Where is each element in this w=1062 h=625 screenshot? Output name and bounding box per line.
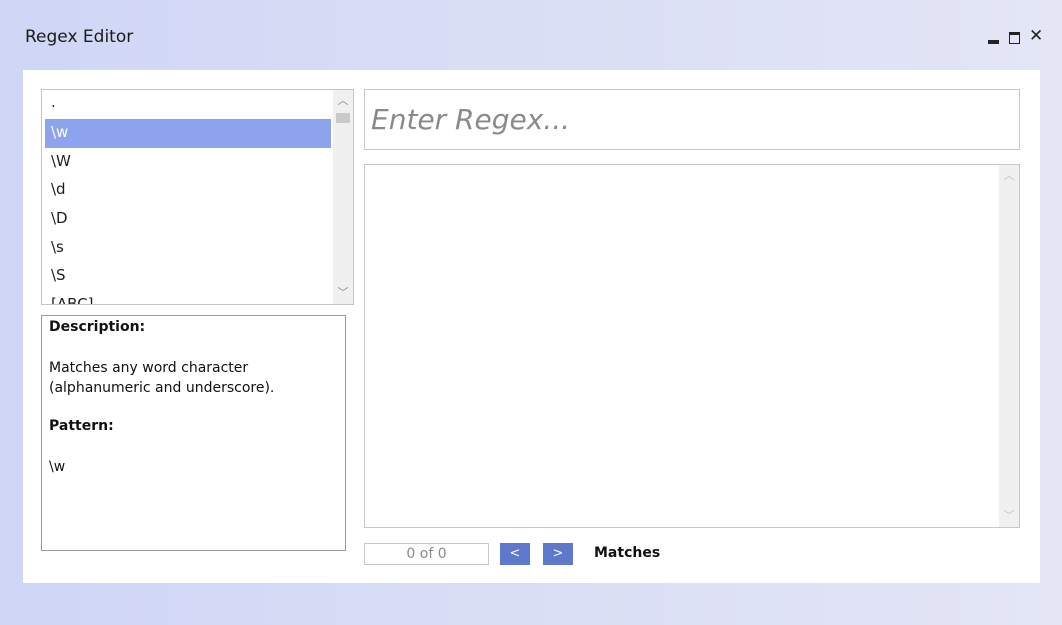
previous-match-button[interactable]: < [500, 543, 530, 565]
minimize-icon[interactable] [987, 31, 1001, 45]
description-panel: Description: Matches any word character … [41, 315, 346, 551]
scroll-up-icon[interactable]: ︿ [337, 95, 349, 107]
pattern-value: \w [49, 459, 66, 475]
scroll-down-icon[interactable]: ﹀ [337, 287, 349, 299]
token-list-items: . \w \W \d \D \s \S [ABC] [42, 90, 334, 304]
token-list-item[interactable]: \W [45, 148, 331, 177]
match-counter[interactable]: 0 of 0 [364, 543, 489, 565]
token-list-item[interactable]: . [45, 90, 331, 119]
text-scroll-down-icon[interactable]: ﹀ [1003, 510, 1015, 522]
token-list-item[interactable]: \w [45, 119, 331, 148]
regex-input[interactable] [365, 90, 1019, 149]
token-list-item[interactable]: \D [45, 205, 331, 234]
token-list-item[interactable]: \d [45, 176, 331, 205]
next-match-button[interactable]: > [543, 543, 573, 565]
pattern-label: Pattern: [49, 418, 114, 434]
window-title: Regex Editor [25, 27, 134, 47]
regex-field[interactable] [364, 89, 1020, 150]
matches-label: Matches [594, 545, 661, 561]
token-list-item[interactable]: [ABC] [45, 291, 331, 304]
text-area-scrollbar[interactable]: ︿ ﹀ [999, 165, 1019, 527]
description-label: Description: [49, 319, 146, 335]
close-icon[interactable]: ✕ [1029, 28, 1043, 45]
token-list-scrollbar[interactable]: ︿ ﹀ [333, 90, 353, 304]
token-list-item[interactable]: \s [45, 234, 331, 263]
editor-panel: . \w \W \d \D \s \S [ABC] ︿ ﹀ Description: Matc… [23, 70, 1040, 583]
title-bar: Regex Editor ✕ [0, 0, 1062, 70]
token-list[interactable]: . \w \W \d \D \s \S [ABC] ︿ ﹀ [41, 89, 354, 305]
text-scroll-up-icon[interactable]: ︿ [1003, 170, 1015, 182]
token-list-item[interactable]: \S [45, 262, 331, 291]
description-text: Matches any word character (alphanumeric… [49, 360, 275, 396]
test-text-area[interactable]: ︿ ﹀ [364, 164, 1020, 528]
scroll-thumb[interactable] [336, 113, 350, 123]
maximize-icon[interactable] [1008, 31, 1022, 45]
